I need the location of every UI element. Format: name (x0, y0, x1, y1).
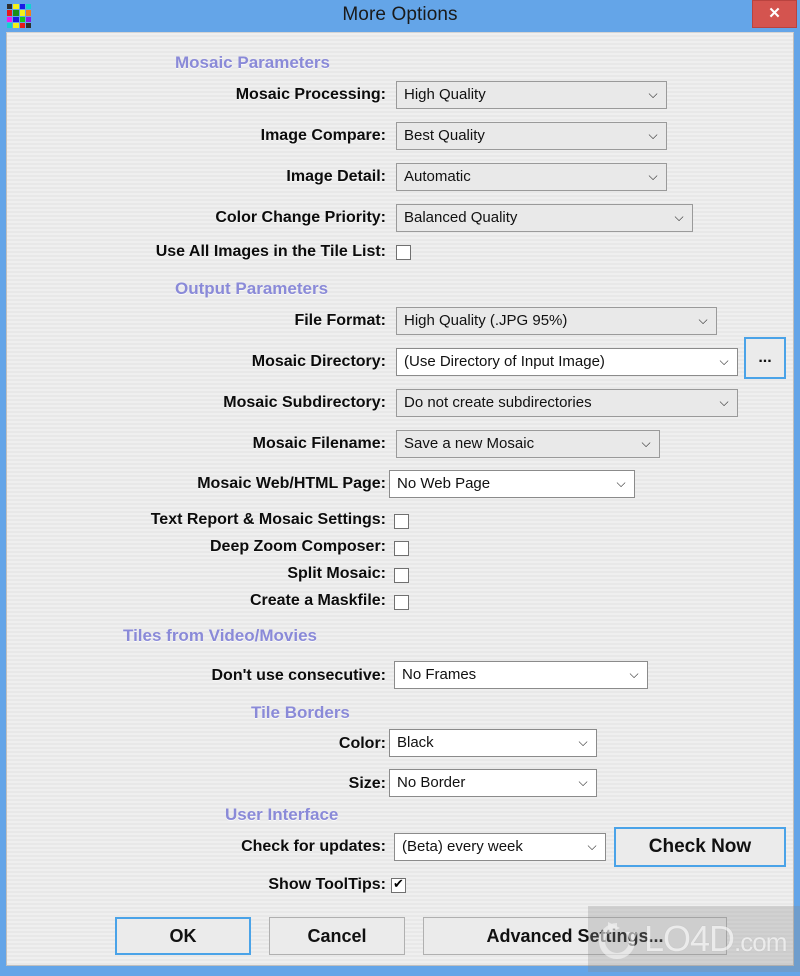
label-deep-zoom: Deep Zoom Composer: (209, 538, 386, 555)
chevron-down-icon: ⌵ (698, 313, 708, 327)
use-all-images-checkbox[interactable] (396, 245, 411, 260)
mosaic-subdirectory-select[interactable]: Do not create subdirectories ⌵ (396, 389, 738, 417)
chevron-down-icon: ⌵ (641, 436, 651, 450)
chevron-down-icon: ⌵ (629, 667, 639, 681)
check-for-updates-value: (Beta) every week (402, 838, 523, 855)
label-mosaic-subdirectory: Mosaic Subdirectory: (223, 394, 386, 411)
mosaic-processing-value: High Quality (404, 86, 486, 103)
label-color-change-priority: Color Change Priority: (215, 209, 386, 226)
label-dont-use-consecutive: Don't use consecutive: (211, 667, 386, 684)
label-image-compare: Image Compare: (260, 127, 386, 144)
mosaic-filename-select[interactable]: Save a new Mosaic ⌵ (396, 430, 660, 458)
advanced-settings-button[interactable]: Advanced Settings... (423, 917, 727, 955)
image-compare-value: Best Quality (404, 127, 485, 144)
border-size-value: No Border (397, 774, 466, 791)
section-user-interface: User Interface (225, 805, 339, 824)
label-border-size: Size: (348, 775, 386, 792)
mosaic-directory-select[interactable]: (Use Directory of Input Image) ⌵ (396, 348, 738, 376)
chevron-down-icon: ⌵ (578, 775, 588, 789)
mosaic-filename-value: Save a new Mosaic (404, 435, 535, 452)
deep-zoom-checkbox[interactable] (394, 541, 409, 556)
window-title: More Options (342, 4, 458, 25)
chevron-down-icon: ⌵ (719, 354, 729, 368)
label-mosaic-directory: Mosaic Directory: (251, 353, 386, 370)
chevron-down-icon: ⌵ (674, 210, 684, 224)
chevron-down-icon: ⌵ (719, 395, 729, 409)
border-size-select[interactable]: No Border ⌵ (389, 769, 597, 797)
label-check-for-updates: Check for updates: (241, 838, 386, 855)
ok-button[interactable]: OK (115, 917, 251, 955)
label-show-tooltips: Show ToolTips: (268, 876, 386, 893)
border-color-value: Black (397, 734, 434, 751)
create-maskfile-checkbox[interactable] (394, 595, 409, 610)
more-options-dialog: More Options ✕ Mosaic Parameters Mosaic … (0, 0, 800, 976)
image-compare-select[interactable]: Best Quality ⌵ (396, 122, 667, 150)
label-file-format: File Format: (294, 312, 386, 329)
file-format-select[interactable]: High Quality (.JPG 95%) ⌵ (396, 307, 717, 335)
cancel-button[interactable]: Cancel (269, 917, 405, 955)
chevron-down-icon: ⌵ (616, 476, 626, 490)
label-mosaic-filename: Mosaic Filename: (252, 435, 386, 452)
dont-use-consecutive-value: No Frames (402, 666, 477, 683)
text-report-checkbox[interactable] (394, 514, 409, 529)
mosaic-subdirectory-value: Do not create subdirectories (404, 394, 592, 411)
section-tiles-from-video: Tiles from Video/Movies (123, 626, 317, 645)
border-color-select[interactable]: Black ⌵ (389, 729, 597, 757)
chevron-down-icon: ⌵ (648, 128, 658, 142)
label-create-maskfile: Create a Maskfile: (249, 592, 386, 609)
label-mosaic-processing: Mosaic Processing: (235, 86, 386, 103)
mosaic-directory-value: (Use Directory of Input Image) (404, 353, 605, 370)
section-output-parameters: Output Parameters (175, 279, 329, 298)
image-detail-value: Automatic (404, 168, 471, 185)
chevron-down-icon: ⌵ (648, 87, 658, 101)
check-now-button[interactable]: Check Now (614, 827, 786, 867)
dialog-body: Mosaic Parameters Mosaic Processing: Hig… (6, 32, 794, 966)
section-tile-borders: Tile Borders (251, 703, 350, 722)
label-image-detail: Image Detail: (286, 168, 386, 185)
dont-use-consecutive-select[interactable]: No Frames ⌵ (394, 661, 648, 689)
image-detail-select[interactable]: Automatic ⌵ (396, 163, 667, 191)
label-split-mosaic: Split Mosaic: (287, 565, 386, 582)
split-mosaic-checkbox[interactable] (394, 568, 409, 583)
section-mosaic-parameters: Mosaic Parameters (175, 53, 330, 72)
color-change-priority-select[interactable]: Balanced Quality ⌵ (396, 204, 693, 232)
file-format-value: High Quality (.JPG 95%) (404, 312, 568, 329)
browse-directory-button[interactable]: ... (744, 337, 786, 379)
title-bar: More Options ✕ (0, 0, 800, 30)
mosaic-web-page-value: No Web Page (397, 475, 491, 492)
label-text-report: Text Report & Mosaic Settings: (150, 511, 386, 528)
chevron-down-icon: ⌵ (648, 169, 658, 183)
check-for-updates-select[interactable]: (Beta) every week ⌵ (394, 833, 606, 861)
chevron-down-icon: ⌵ (578, 735, 588, 749)
mosaic-processing-select[interactable]: High Quality ⌵ (396, 81, 667, 109)
mosaic-web-page-select[interactable]: No Web Page ⌵ (389, 470, 635, 498)
label-use-all-images: Use All Images in the Tile List: (155, 243, 386, 260)
label-border-color: Color: (338, 735, 386, 752)
label-mosaic-web-page: Mosaic Web/HTML Page: (197, 475, 386, 492)
show-tooltips-checkbox[interactable] (391, 876, 406, 893)
close-button[interactable]: ✕ (752, 0, 797, 28)
chevron-down-icon: ⌵ (587, 839, 597, 853)
color-change-priority-value: Balanced Quality (404, 209, 518, 226)
